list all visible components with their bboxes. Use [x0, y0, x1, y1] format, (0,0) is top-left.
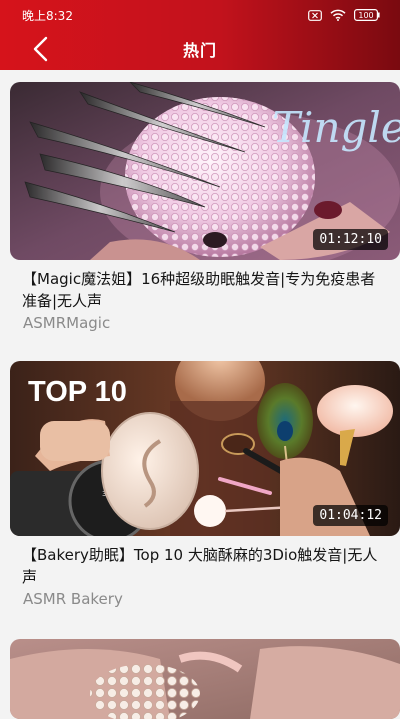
- svg-text:Tingle: Tingle: [272, 103, 400, 152]
- video-card[interactable]: [10, 639, 400, 719]
- video-card[interactable]: 3DIO TOP 10 01:04:12 【Bakery助眠】Top 10 大脑…: [10, 361, 400, 608]
- battery-icon: 100: [354, 9, 380, 21]
- video-title[interactable]: 【Magic魔法姐】16种超级助眠触发音|专为免疫患者准备|无人声: [10, 268, 390, 312]
- status-bar: 晚上8:32 100: [0, 0, 400, 30]
- status-time: 晚上8:32: [22, 8, 73, 23]
- video-duration: 01:12:10: [313, 229, 388, 250]
- video-thumbnail[interactable]: Tingle 01:12:10: [10, 82, 400, 260]
- svg-text:100: 100: [358, 11, 373, 20]
- video-author[interactable]: ASMR Bakery: [10, 590, 400, 608]
- thumbnail-image: [10, 639, 400, 719]
- video-thumbnail[interactable]: 3DIO TOP 10 01:04:12: [10, 361, 400, 536]
- video-thumbnail[interactable]: [10, 639, 400, 719]
- nav-bar: 热门: [0, 30, 400, 70]
- svg-text:TOP 10: TOP 10: [28, 376, 127, 408]
- wifi-icon: [330, 9, 346, 21]
- page-title: 热门: [182, 41, 217, 60]
- sim-off-icon: [308, 9, 322, 21]
- video-duration: 01:04:12: [313, 505, 388, 526]
- app-header: 晚上8:32 100 热门: [0, 0, 400, 70]
- video-author[interactable]: ASMRMagic: [10, 314, 400, 332]
- status-icons: 100: [308, 9, 380, 21]
- video-card[interactable]: Tingle 01:12:10 【Magic魔法姐】16种超级助眠触发音|专为免…: [10, 82, 400, 332]
- video-title[interactable]: 【Bakery助眠】Top 10 大脑酥麻的3Dio触发音|无人声: [10, 544, 390, 588]
